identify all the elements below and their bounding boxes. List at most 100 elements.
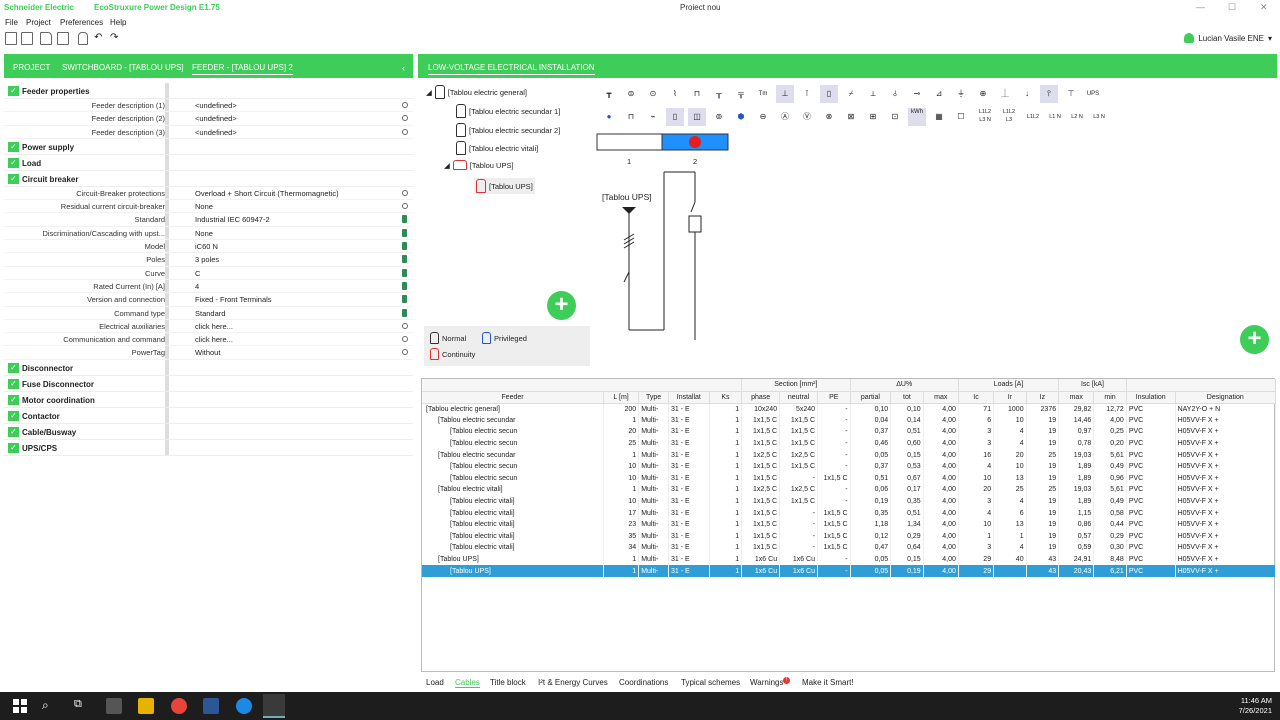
- user-menu[interactable]: Lucian Vasile ENE ▾: [1184, 33, 1272, 43]
- file-explorer-icon[interactable]: [138, 698, 154, 714]
- column-header[interactable]: phase: [741, 391, 781, 404]
- bus-symbol-icon[interactable]: ●: [600, 108, 618, 126]
- table-row[interactable]: [Tablou electric general] 200 Multi- 31 - E…: [422, 403, 1277, 415]
- menu-project[interactable]: Project: [26, 18, 51, 27]
- tab-title-block[interactable]: Title block: [490, 678, 526, 687]
- column-header[interactable]: Type: [638, 391, 669, 404]
- property-row[interactable]: Standard Industrial IEC 60947-2: [4, 213, 413, 227]
- dropdown-indicator-icon[interactable]: [402, 295, 407, 304]
- table-row[interactable]: [Tablou electric vitali] 17 Multi- 31 - E11…: [422, 507, 1277, 519]
- option-icon[interactable]: [402, 349, 408, 356]
- section-feeder-properties[interactable]: ✓ Feeder properties: [4, 83, 413, 99]
- minimize-icon[interactable]: —: [1196, 2, 1205, 12]
- tree-item-ups[interactable]: ◢ [Tablou UPS]: [444, 160, 514, 170]
- relay-symbol-icon[interactable]: ⊿: [930, 85, 948, 103]
- save-icon[interactable]: [57, 32, 69, 45]
- option-icon[interactable]: [402, 203, 408, 210]
- switchboard-icon[interactable]: [78, 32, 88, 45]
- section-contactor[interactable]: ✓ Contactor: [4, 407, 413, 424]
- option-icon[interactable]: [402, 189, 408, 196]
- socket-symbol-icon[interactable]: ⊓: [622, 108, 640, 126]
- search-icon[interactable]: ⌕: [42, 698, 58, 714]
- tab-load[interactable]: Load: [426, 678, 444, 687]
- property-row[interactable]: Curve C: [4, 266, 413, 280]
- column-header[interactable]: Iz: [1026, 391, 1060, 404]
- load-switch-symbol-icon[interactable]: ⟂: [864, 85, 882, 103]
- variable-drive-symbol-icon[interactable]: ⊗: [820, 108, 838, 126]
- column-header[interactable]: partial: [850, 391, 892, 404]
- table-row[interactable]: [Tablou electric secundar 1 Multi- 31 - E11…: [422, 414, 1277, 427]
- property-row[interactable]: Version and connection Fixed - Front Term…: [4, 293, 413, 307]
- table-row[interactable]: [Tablou electric vitali] 10 Multi- 31 - E11…: [422, 495, 1277, 508]
- chrome-icon[interactable]: [171, 698, 187, 714]
- property-row[interactable]: Command type Standard: [4, 306, 413, 320]
- tree-item-ups-child[interactable]: [Tablou UPS]: [474, 178, 535, 194]
- column-header[interactable]: Feeder: [422, 391, 604, 404]
- table-row[interactable]: [Tablou electric secundar 1 Multi- 31 - E11…: [422, 449, 1277, 461]
- ups-symbol-icon[interactable]: UPS: [1084, 85, 1102, 103]
- panel-symbol-icon[interactable]: ▦: [930, 108, 948, 126]
- column-header[interactable]: Ir: [993, 391, 1027, 404]
- table-row[interactable]: [Tablou UPS] 1 Multi- 31 - E 1 1x6 Cu 1x6 Cu -0…: [422, 553, 1277, 566]
- coupling-symbol-icon[interactable]: ╦: [732, 85, 750, 103]
- property-row[interactable]: Electrical auxiliaries click here...: [4, 319, 413, 334]
- tab-lv-installation[interactable]: LOW-VOLTAGE ELECTRICAL INSTALLATION: [428, 63, 595, 75]
- column-1-header[interactable]: [596, 133, 663, 151]
- table-row[interactable]: [Tablou electric secun 10 Multi- 31 - E 1 1x1…: [422, 472, 1277, 485]
- dropdown-indicator-icon[interactable]: [402, 215, 407, 224]
- tab-make-it-smart[interactable]: Make it Smart!: [802, 678, 854, 687]
- section-motor-coordination[interactable]: ✓ Motor coordination: [4, 391, 413, 408]
- ecostruxure-app-icon[interactable]: [263, 694, 285, 718]
- column-header[interactable]: Ic: [958, 391, 995, 404]
- menu-preferences[interactable]: Preferences: [60, 18, 103, 27]
- section-power-supply[interactable]: ✓ Power supply: [4, 138, 413, 155]
- tab-coordinations[interactable]: Coordinations: [619, 678, 668, 687]
- property-row[interactable]: Feeder description (1) <undefined>: [4, 99, 413, 113]
- task-view-icon[interactable]: ⧉: [74, 698, 90, 714]
- property-row[interactable]: Model iC60 N: [4, 240, 413, 254]
- section-load[interactable]: ✓ Load: [4, 154, 413, 171]
- section-ups-cps[interactable]: ✓ UPS/CPS: [4, 439, 413, 456]
- transformer-symbol-icon[interactable]: ⊜: [622, 85, 640, 103]
- collapse-chevron-icon[interactable]: ‹: [402, 63, 405, 73]
- column-header[interactable]: L [m]: [603, 391, 640, 404]
- tm-symbol-icon[interactable]: Tm: [754, 85, 772, 103]
- property-row[interactable]: Discrimination/Cascading with upst... Non…: [4, 226, 413, 241]
- undo-icon[interactable]: ↶: [94, 32, 106, 45]
- table-row[interactable]: [Tablou electric secun 10 Multi- 31 - E 1 1x1…: [422, 460, 1277, 473]
- busbar-symbol-icon[interactable]: ┳: [600, 85, 618, 103]
- l1l2l3-symbol-icon[interactable]: L1L2 L3: [1000, 108, 1018, 126]
- disconnector-symbol-icon[interactable]: ⊺: [798, 85, 816, 103]
- property-row[interactable]: Feeder description (3) <undefined>: [4, 125, 413, 139]
- column-header[interactable]: Insulation: [1126, 391, 1176, 404]
- column-header[interactable]: Installat: [668, 391, 710, 404]
- option-icon[interactable]: [402, 336, 408, 343]
- property-row[interactable]: Communication and command click here...: [4, 333, 413, 347]
- tree-item-vitali[interactable]: [Tablou electric vitali]: [456, 141, 538, 155]
- cable-symbol-icon[interactable]: ⫰: [886, 85, 904, 103]
- property-row[interactable]: Residual current circuit-breaker None: [4, 200, 413, 214]
- breaker-symbol-icon[interactable]: [688, 215, 702, 233]
- column-header[interactable]: PE: [817, 391, 851, 404]
- section-cable-busway[interactable]: ✓ Cable/Busway: [4, 423, 413, 440]
- fuse-symbol-icon[interactable]: ▯: [820, 85, 838, 103]
- table-row[interactable]: [Tablou electric secun 20 Multi- 31 - E 1 1x1…: [422, 426, 1277, 438]
- heating-symbol-icon[interactable]: ▯: [666, 108, 684, 126]
- option-icon[interactable]: [402, 322, 408, 329]
- branch-symbol-icon[interactable]: ⊤: [1062, 85, 1080, 103]
- new-icon[interactable]: [5, 32, 17, 45]
- kwh-meter-symbol-icon[interactable]: kWh: [908, 108, 926, 126]
- contactor-symbol-icon[interactable]: ⌿: [842, 85, 860, 103]
- column-header[interactable]: Ks: [709, 391, 743, 404]
- inverter-symbol-icon[interactable]: ◫: [688, 108, 706, 126]
- close-icon[interactable]: ✕: [1260, 2, 1268, 13]
- table-row[interactable]: [Tablou electric secun 25 Multi- 31 - E 1 1x1…: [422, 437, 1277, 450]
- column-header[interactable]: min: [1093, 391, 1127, 404]
- breaker-symbol-icon[interactable]: ⊓: [688, 85, 706, 103]
- table-row[interactable]: [Tablou electric vitali] 35 Multi- 31 - E11…: [422, 530, 1277, 543]
- table-row[interactable]: [Tablou UPS] 1 Multi- 31 - E 1 1x6 Cu 1x6 Cu -0…: [422, 565, 1277, 577]
- redo-icon[interactable]: ↷: [110, 32, 122, 45]
- option-icon[interactable]: [402, 115, 408, 122]
- surge-symbol-icon[interactable]: ⊠: [842, 108, 860, 126]
- l1n-symbol-icon[interactable]: L1 N: [1046, 108, 1064, 126]
